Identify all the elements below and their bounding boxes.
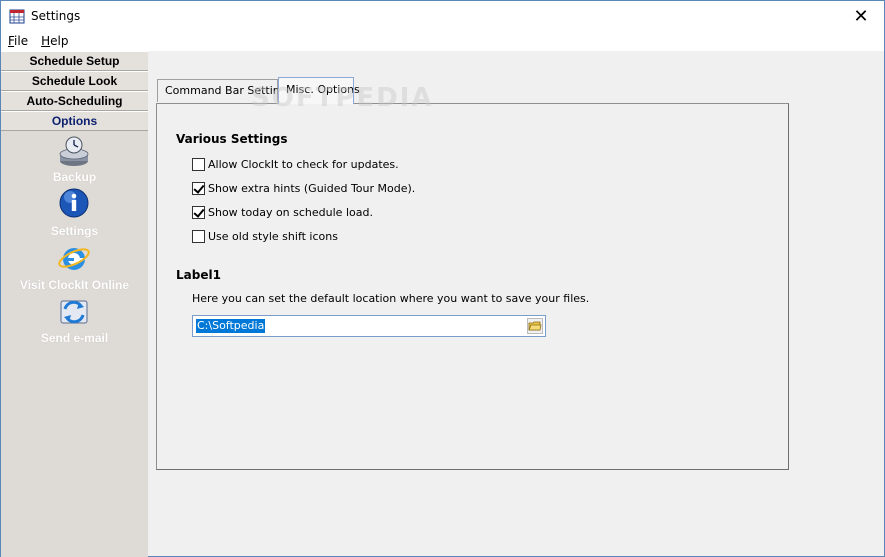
- option-extra-hints[interactable]: Show extra hints (Guided Tour Mode).: [192, 180, 415, 196]
- browse-folder-button[interactable]: [527, 318, 543, 334]
- send-email-icon[interactable]: [57, 295, 91, 329]
- backup-disk-icon[interactable]: [57, 135, 91, 169]
- misc-options-panel: Various Settings Allow ClockIt to check …: [156, 103, 789, 470]
- option-show-today[interactable]: Show today on schedule load.: [192, 204, 373, 220]
- internet-explorer-icon[interactable]: [57, 241, 91, 275]
- close-button[interactable]: ✕: [838, 1, 884, 31]
- checkbox-extra-hints[interactable]: [192, 181, 205, 195]
- menu-help[interactable]: Help: [34, 31, 74, 51]
- sidebar-link-send-email[interactable]: Send e-mail: [1, 331, 148, 345]
- title-bar[interactable]: Settings ✕: [1, 1, 884, 31]
- sidebar-tab-options[interactable]: Options: [1, 111, 148, 131]
- option-old-style-icons[interactable]: Use old style shift icons: [192, 228, 338, 244]
- sidebar-link-settings[interactable]: Settings: [1, 224, 148, 238]
- sidebar-link-backup[interactable]: Backup: [1, 170, 148, 184]
- menu-bar: File Help: [1, 31, 884, 51]
- settings-window: Settings ✕ File Help Schedule Setup Sche…: [0, 0, 885, 557]
- tab-command-bar-settings[interactable]: Command Bar Settings: [157, 79, 292, 102]
- label1-title: Label1: [176, 268, 221, 282]
- save-location-input[interactable]: C:\Softpedia: [192, 315, 546, 337]
- checkbox-show-today[interactable]: [192, 205, 205, 219]
- sidebar-tab-auto-scheduling[interactable]: Auto-Scheduling: [1, 91, 148, 111]
- folder-icon: [528, 321, 542, 331]
- app-calendar-icon: [9, 9, 25, 24]
- options-panel: Backup Settings Visit ClockIt Online Sen…: [1, 131, 148, 557]
- sidebar: Schedule Setup Schedule Look Auto-Schedu…: [1, 51, 148, 557]
- sidebar-tab-schedule-setup[interactable]: Schedule Setup: [1, 51, 148, 71]
- option-check-updates[interactable]: Allow ClockIt to check for updates.: [192, 156, 399, 172]
- close-icon: ✕: [853, 5, 869, 27]
- tab-misc-options[interactable]: Misc. Options: [278, 77, 360, 104]
- checkbox-old-style-icons[interactable]: [192, 229, 205, 243]
- save-location-description: Here you can set the default location wh…: [192, 292, 590, 305]
- checkbox-check-updates[interactable]: [192, 157, 205, 171]
- info-icon[interactable]: [57, 187, 91, 221]
- menu-file[interactable]: File: [1, 31, 34, 51]
- window-title: Settings: [31, 9, 81, 23]
- various-settings-title: Various Settings: [176, 132, 288, 146]
- save-location-value: C:\Softpedia: [196, 319, 266, 333]
- sidebar-tab-schedule-look[interactable]: Schedule Look: [1, 71, 148, 91]
- sidebar-link-visit-online[interactable]: Visit ClockIt Online: [1, 278, 148, 292]
